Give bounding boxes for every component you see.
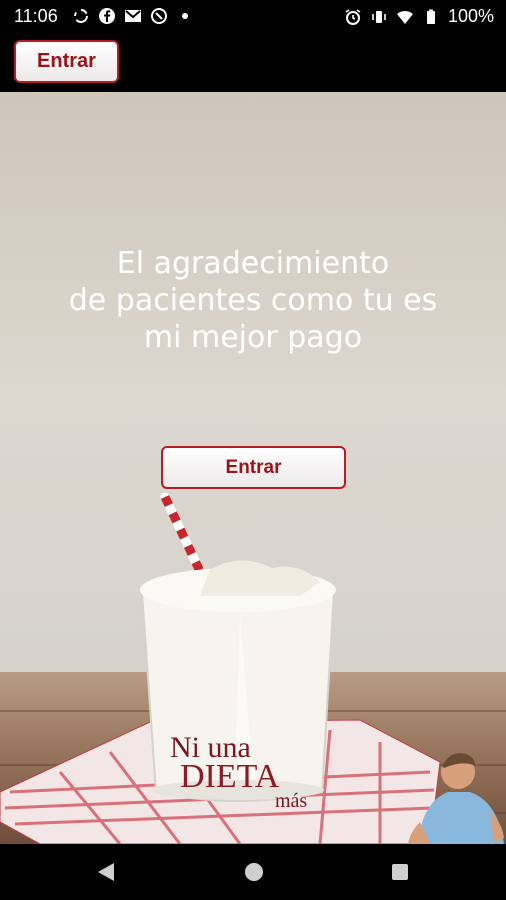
recents-icon[interactable] (391, 863, 409, 881)
data-saver-icon (151, 8, 167, 24)
notification-icons (72, 7, 194, 25)
sync-icon (74, 9, 88, 23)
gmail-icon (125, 10, 141, 22)
facebook-icon (99, 8, 115, 24)
doctor-photo (408, 753, 504, 844)
system-icons: 100% (344, 6, 494, 27)
alarm-icon (345, 8, 361, 25)
glass-text-line-2: DIETA (180, 758, 280, 795)
headline-line-2: de pacientes como tu es (68, 283, 438, 318)
navigation-bar (0, 844, 506, 900)
dot-icon (182, 13, 188, 19)
hero-background: El agradecimiento de pacientes como tu e… (0, 92, 506, 844)
striped-straw (160, 492, 210, 587)
battery-percent: 100% (447, 6, 494, 26)
enter-button-top[interactable]: Entrar (14, 40, 119, 83)
vibrate-icon (372, 10, 386, 23)
headline: El agradecimiento de pacientes como tu e… (20, 245, 486, 356)
home-icon[interactable] (243, 861, 265, 883)
glass-text-line-3: más (275, 790, 307, 812)
status-time: 11:06 (14, 6, 58, 26)
wifi-icon (396, 10, 413, 24)
headline-line-3: mi mejor pago (143, 320, 363, 355)
back-icon[interactable] (96, 861, 116, 883)
battery-icon (426, 9, 435, 24)
top-bar: Entrar (0, 32, 506, 92)
status-bar: 11:06 100% (0, 0, 506, 32)
headline-line-1: El agradecimiento (116, 246, 390, 281)
